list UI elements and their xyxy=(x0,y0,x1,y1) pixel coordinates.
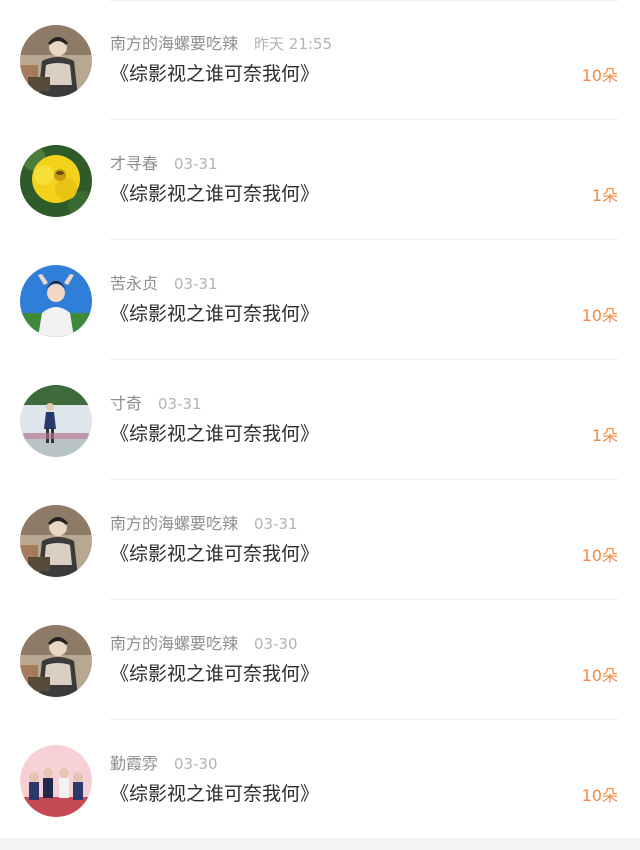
username[interactable]: 才寻春 xyxy=(110,154,158,173)
timestamp: 03-31 xyxy=(254,515,298,533)
list-item[interactable]: 南方的海螺要吃辣 昨天 21:55 《综影视之谁可奈我何》 10朵 xyxy=(0,0,640,120)
username[interactable]: 勤霞雰 xyxy=(110,754,158,773)
avatar[interactable] xyxy=(20,505,92,577)
list-item[interactable]: 才寻春 03-31 《综影视之谁可奈我何》 1朵 xyxy=(0,120,640,240)
gift-count: 1朵 xyxy=(591,426,618,445)
username[interactable]: 寸奇 xyxy=(110,394,142,413)
avatar-cartoon-figure-icon xyxy=(20,25,92,97)
avatar-group-photo-icon xyxy=(20,745,92,817)
avatar-cartoon-figure-icon xyxy=(20,505,92,577)
list-item[interactable]: 南方的海螺要吃辣 03-30 《综影视之谁可奈我何》 10朵 xyxy=(0,600,640,720)
avatar[interactable] xyxy=(20,145,92,217)
gift-count: 1朵 xyxy=(591,186,618,205)
book-title[interactable]: 《综影视之谁可奈我何》 xyxy=(110,660,319,688)
record-meta: 南方的海螺要吃辣 03-31 xyxy=(110,512,298,536)
record-meta: 南方的海螺要吃辣 昨天 21:55 xyxy=(110,32,332,56)
gift-count: 10朵 xyxy=(581,546,618,565)
book-title[interactable]: 《综影视之谁可奈我何》 xyxy=(110,180,319,208)
book-title[interactable]: 《综影视之谁可奈我何》 xyxy=(110,420,319,448)
record-meta: 勤霞雰 03-30 xyxy=(110,752,218,776)
gift-count: 10朵 xyxy=(581,786,618,805)
avatar-yellow-flower-icon xyxy=(20,145,92,217)
username[interactable]: 苦永贞 xyxy=(110,274,158,293)
book-title[interactable]: 《综影视之谁可奈我何》 xyxy=(110,780,319,808)
list-item[interactable]: 寸奇 03-31 《综影视之谁可奈我何》 1朵 xyxy=(0,360,640,480)
bottom-band xyxy=(0,838,640,850)
gift-count: 10朵 xyxy=(581,66,618,85)
book-title[interactable]: 《综影视之谁可奈我何》 xyxy=(110,300,319,328)
username[interactable]: 南方的海螺要吃辣 xyxy=(110,634,238,653)
record-meta: 寸奇 03-31 xyxy=(110,392,202,416)
list-item[interactable]: 苦永贞 03-31 《综影视之谁可奈我何》 10朵 xyxy=(0,240,640,360)
username[interactable]: 南方的海螺要吃辣 xyxy=(110,34,238,53)
avatar-girl-blue-sky-icon xyxy=(20,265,92,337)
avatar[interactable] xyxy=(20,385,92,457)
timestamp: 03-31 xyxy=(174,155,218,173)
record-meta: 南方的海螺要吃辣 03-30 xyxy=(110,632,298,656)
timestamp: 03-31 xyxy=(158,395,202,413)
gift-count: 10朵 xyxy=(581,666,618,685)
username[interactable]: 南方的海螺要吃辣 xyxy=(110,514,238,533)
timestamp: 03-30 xyxy=(254,635,298,653)
timestamp: 03-30 xyxy=(174,755,218,773)
list-item[interactable]: 勤霞雰 03-30 《综影视之谁可奈我何》 10朵 xyxy=(0,720,640,840)
avatar[interactable] xyxy=(20,25,92,97)
avatar[interactable] xyxy=(20,265,92,337)
gift-count: 10朵 xyxy=(581,306,618,325)
timestamp: 昨天 21:55 xyxy=(254,35,333,53)
book-title[interactable]: 《综影视之谁可奈我何》 xyxy=(110,540,319,568)
book-title[interactable]: 《综影视之谁可奈我何》 xyxy=(110,60,319,88)
avatar[interactable] xyxy=(20,745,92,817)
avatar-standing-figure-icon xyxy=(20,385,92,457)
avatar[interactable] xyxy=(20,625,92,697)
record-meta: 才寻春 03-31 xyxy=(110,152,218,176)
timestamp: 03-31 xyxy=(174,275,218,293)
avatar-cartoon-figure-icon xyxy=(20,625,92,697)
list-item[interactable]: 南方的海螺要吃辣 03-31 《综影视之谁可奈我何》 10朵 xyxy=(0,480,640,600)
gift-record-list: 南方的海螺要吃辣 昨天 21:55 《综影视之谁可奈我何》 10朵 才寻春 03-31 《… xyxy=(0,0,640,850)
record-meta: 苦永贞 03-31 xyxy=(110,272,218,296)
